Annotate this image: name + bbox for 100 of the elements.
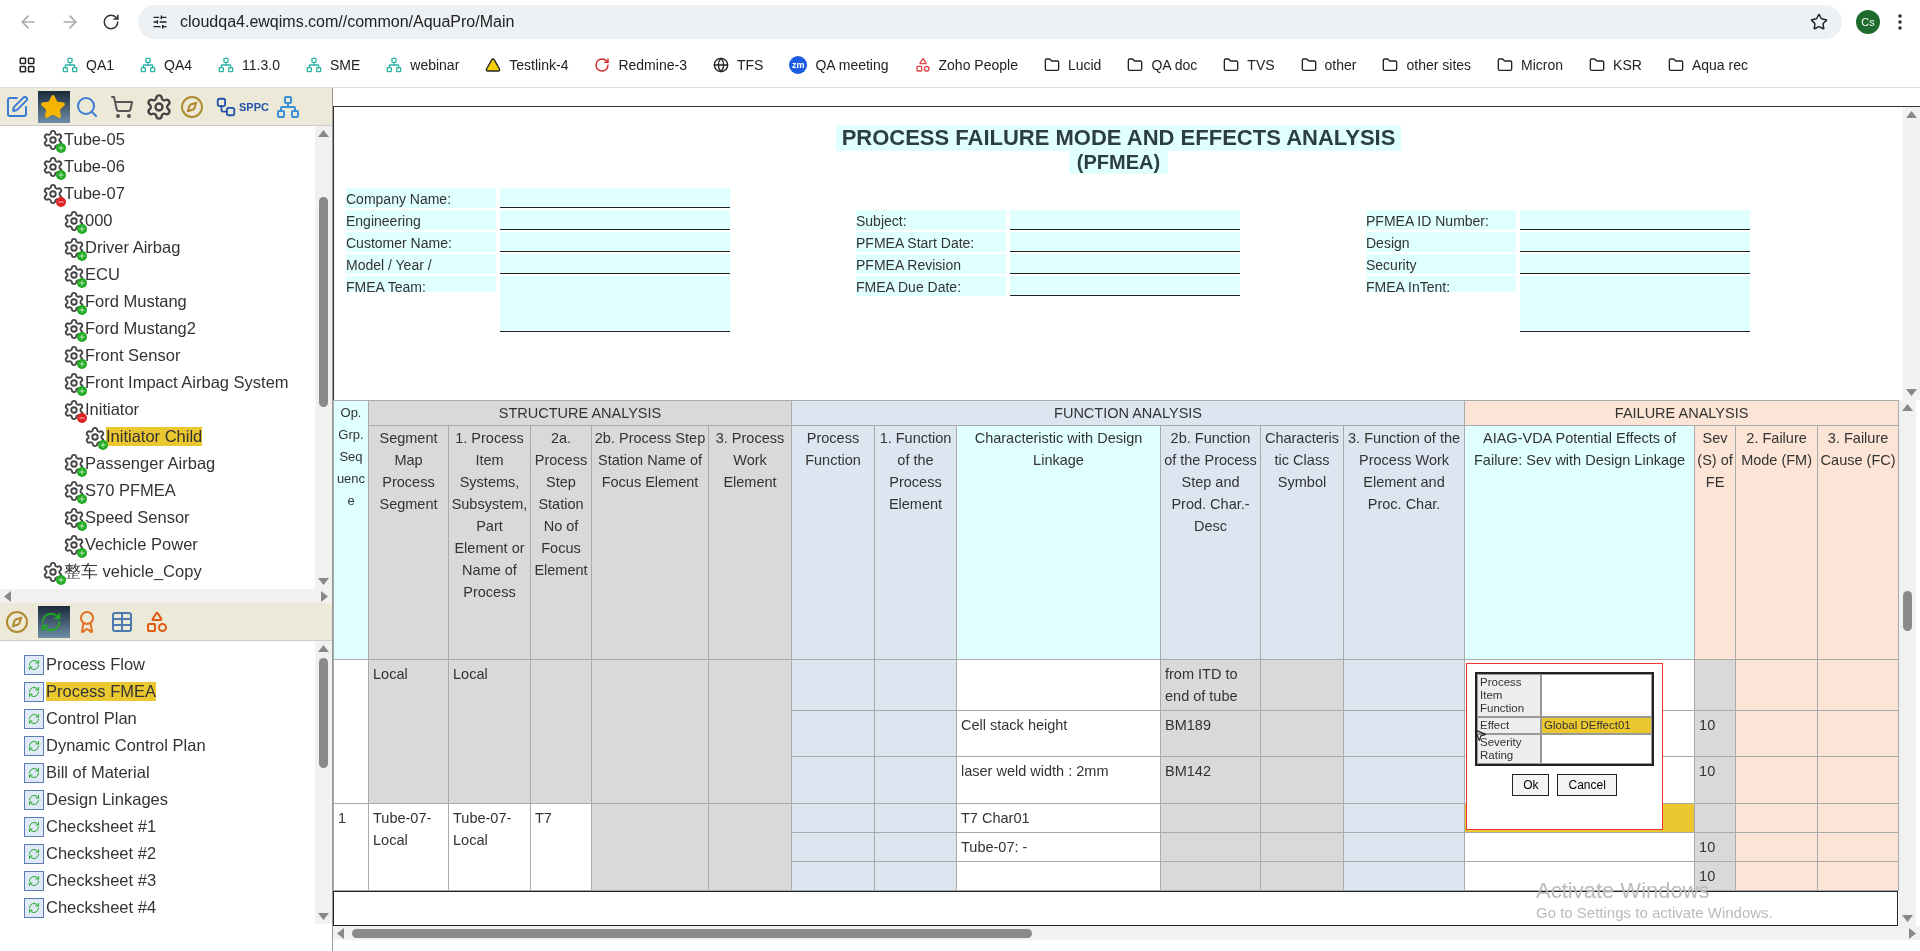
gear-icon[interactable] bbox=[42, 155, 64, 178]
scrollbar-thumb[interactable] bbox=[352, 928, 1032, 938]
document-item[interactable]: Process FMEA bbox=[46, 682, 157, 701]
tree-item[interactable]: Front Impact Airbag System bbox=[85, 373, 289, 392]
scrollbar[interactable] bbox=[0, 589, 332, 603]
bookmark[interactable]: Testlink-4 bbox=[485, 57, 569, 73]
document-item[interactable]: Design Linkages bbox=[46, 790, 168, 809]
gear-icon[interactable] bbox=[63, 263, 85, 286]
document-item[interactable]: Control Plan bbox=[46, 709, 137, 728]
tree-item[interactable]: Vechicle Power bbox=[85, 535, 198, 554]
document-item[interactable]: Checksheet #3 bbox=[46, 871, 157, 890]
input-field[interactable] bbox=[1010, 254, 1240, 274]
gear-icon[interactable] bbox=[63, 479, 85, 502]
popup-value[interactable] bbox=[1541, 674, 1652, 717]
popup-value[interactable] bbox=[1541, 734, 1652, 764]
tree-item[interactable]: Tube-06 bbox=[64, 157, 125, 176]
bookmark-star-icon[interactable] bbox=[1810, 12, 1828, 31]
document-item[interactable]: Dynamic Control Plan bbox=[46, 736, 206, 755]
gear-icon[interactable] bbox=[63, 398, 85, 421]
tree-item[interactable]: S70 PFMEA bbox=[85, 481, 176, 500]
input-field[interactable] bbox=[500, 254, 730, 274]
tree-item[interactable]: Speed Sensor bbox=[85, 508, 190, 527]
flow-tool-button[interactable]: SPPC bbox=[213, 90, 271, 123]
bookmark[interactable]: QA1 bbox=[62, 57, 114, 73]
tree-item[interactable]: Driver Airbag bbox=[85, 238, 181, 257]
gear-icon[interactable] bbox=[42, 128, 64, 151]
tree-item[interactable]: 整车 vehicle_Copy bbox=[64, 560, 202, 583]
document-tool-button[interactable] bbox=[38, 605, 70, 638]
scrollbar-thumb[interactable] bbox=[1903, 591, 1913, 631]
input-field[interactable] bbox=[1010, 232, 1240, 252]
bookmark[interactable]: Lucid bbox=[1043, 57, 1102, 73]
popup-value[interactable]: Global DEffect01 bbox=[1541, 717, 1652, 734]
gear-icon[interactable] bbox=[84, 425, 106, 448]
gear-icon[interactable] bbox=[63, 209, 85, 232]
address-bar[interactable]: cloudqa4.ewqims.com//common/AquaPro/Main bbox=[138, 4, 1842, 39]
input-field[interactable] bbox=[500, 232, 730, 252]
apps-icon[interactable] bbox=[18, 56, 36, 74]
gear-icon[interactable] bbox=[63, 236, 85, 259]
bookmark[interactable]: QA doc bbox=[1127, 57, 1198, 73]
input-field[interactable] bbox=[1010, 210, 1240, 230]
gear-icon[interactable] bbox=[63, 452, 85, 475]
gear-icon[interactable] bbox=[63, 506, 85, 529]
bookmark[interactable]: Aqua rec bbox=[1667, 57, 1748, 73]
bookmark[interactable]: 11.3.0 bbox=[218, 57, 280, 73]
bookmark[interactable]: other sites bbox=[1382, 57, 1472, 73]
tree-item[interactable]: Passenger Airbag bbox=[85, 454, 216, 473]
tree-item[interactable]: Ford Mustang bbox=[85, 292, 187, 311]
site-settings-icon[interactable] bbox=[152, 13, 168, 30]
document-item[interactable]: Process Flow bbox=[46, 655, 146, 674]
gear-icon[interactable] bbox=[63, 290, 85, 313]
bookmark[interactable]: KSR bbox=[1589, 57, 1642, 73]
bookmark[interactable]: Micron bbox=[1497, 57, 1564, 73]
bookmark[interactable]: Zoho People bbox=[914, 57, 1018, 73]
input-field[interactable] bbox=[500, 188, 730, 208]
scrollbar[interactable] bbox=[1903, 107, 1920, 400]
bookmark[interactable]: webinar bbox=[386, 57, 460, 73]
input-field[interactable] bbox=[1520, 254, 1750, 274]
input-field[interactable] bbox=[500, 276, 730, 332]
tree-item[interactable]: ECU bbox=[85, 265, 120, 284]
document-icon bbox=[24, 681, 44, 702]
bookmark[interactable]: SME bbox=[305, 57, 361, 73]
tree-item[interactable]: Initiator Child bbox=[106, 427, 203, 446]
bookmark[interactable]: other bbox=[1300, 57, 1357, 73]
gear-icon[interactable] bbox=[42, 182, 64, 205]
gear-icon[interactable] bbox=[63, 533, 85, 556]
document-item[interactable]: Checksheet #1 bbox=[46, 817, 157, 836]
bookmark[interactable]: TVS bbox=[1223, 57, 1275, 73]
scrollbar[interactable] bbox=[315, 126, 332, 589]
bookmark-logo-icon bbox=[140, 57, 156, 73]
input-field[interactable] bbox=[1010, 276, 1240, 296]
tree-item[interactable]: Tube-07 bbox=[64, 184, 125, 203]
tree-item[interactable]: 000 bbox=[85, 211, 113, 230]
tree-item[interactable]: Ford Mustang2 bbox=[85, 319, 196, 338]
ok-button[interactable]: Ok bbox=[1512, 774, 1550, 796]
scrollbar-thumb[interactable] bbox=[319, 197, 328, 407]
bookmark[interactable]: TFS bbox=[712, 57, 764, 73]
bookmark[interactable]: QA4 bbox=[140, 57, 193, 73]
gear-icon[interactable] bbox=[63, 317, 85, 340]
tree-item[interactable]: Tube-05 bbox=[64, 130, 125, 149]
input-field[interactable] bbox=[1520, 232, 1750, 252]
gear-icon[interactable] bbox=[42, 560, 64, 583]
tree-item[interactable]: Front Sensor bbox=[85, 346, 181, 365]
reload-icon bbox=[102, 12, 120, 31]
document-item[interactable]: Checksheet #4 bbox=[46, 898, 157, 917]
bookmark[interactable]: Redmine-3 bbox=[594, 57, 687, 73]
input-field[interactable] bbox=[500, 210, 730, 230]
cancel-button[interactable]: Cancel bbox=[1557, 774, 1617, 796]
input-field[interactable] bbox=[1520, 210, 1750, 230]
gear-icon[interactable] bbox=[63, 371, 85, 394]
bookmark[interactable]: zm QA meeting bbox=[789, 56, 889, 74]
tree-item[interactable]: Initiator bbox=[85, 400, 140, 419]
profile-avatar[interactable]: Cs bbox=[1856, 9, 1880, 34]
document-item[interactable]: Checksheet #2 bbox=[46, 844, 157, 863]
input-field[interactable] bbox=[1520, 276, 1750, 332]
scrollbar[interactable] bbox=[333, 926, 1920, 940]
scrollbar[interactable] bbox=[315, 641, 332, 924]
document-item[interactable]: Bill of Material bbox=[46, 763, 150, 782]
star-tool-button[interactable] bbox=[38, 90, 70, 123]
gear-icon[interactable] bbox=[63, 344, 85, 367]
scrollbar-thumb[interactable] bbox=[319, 658, 328, 768]
